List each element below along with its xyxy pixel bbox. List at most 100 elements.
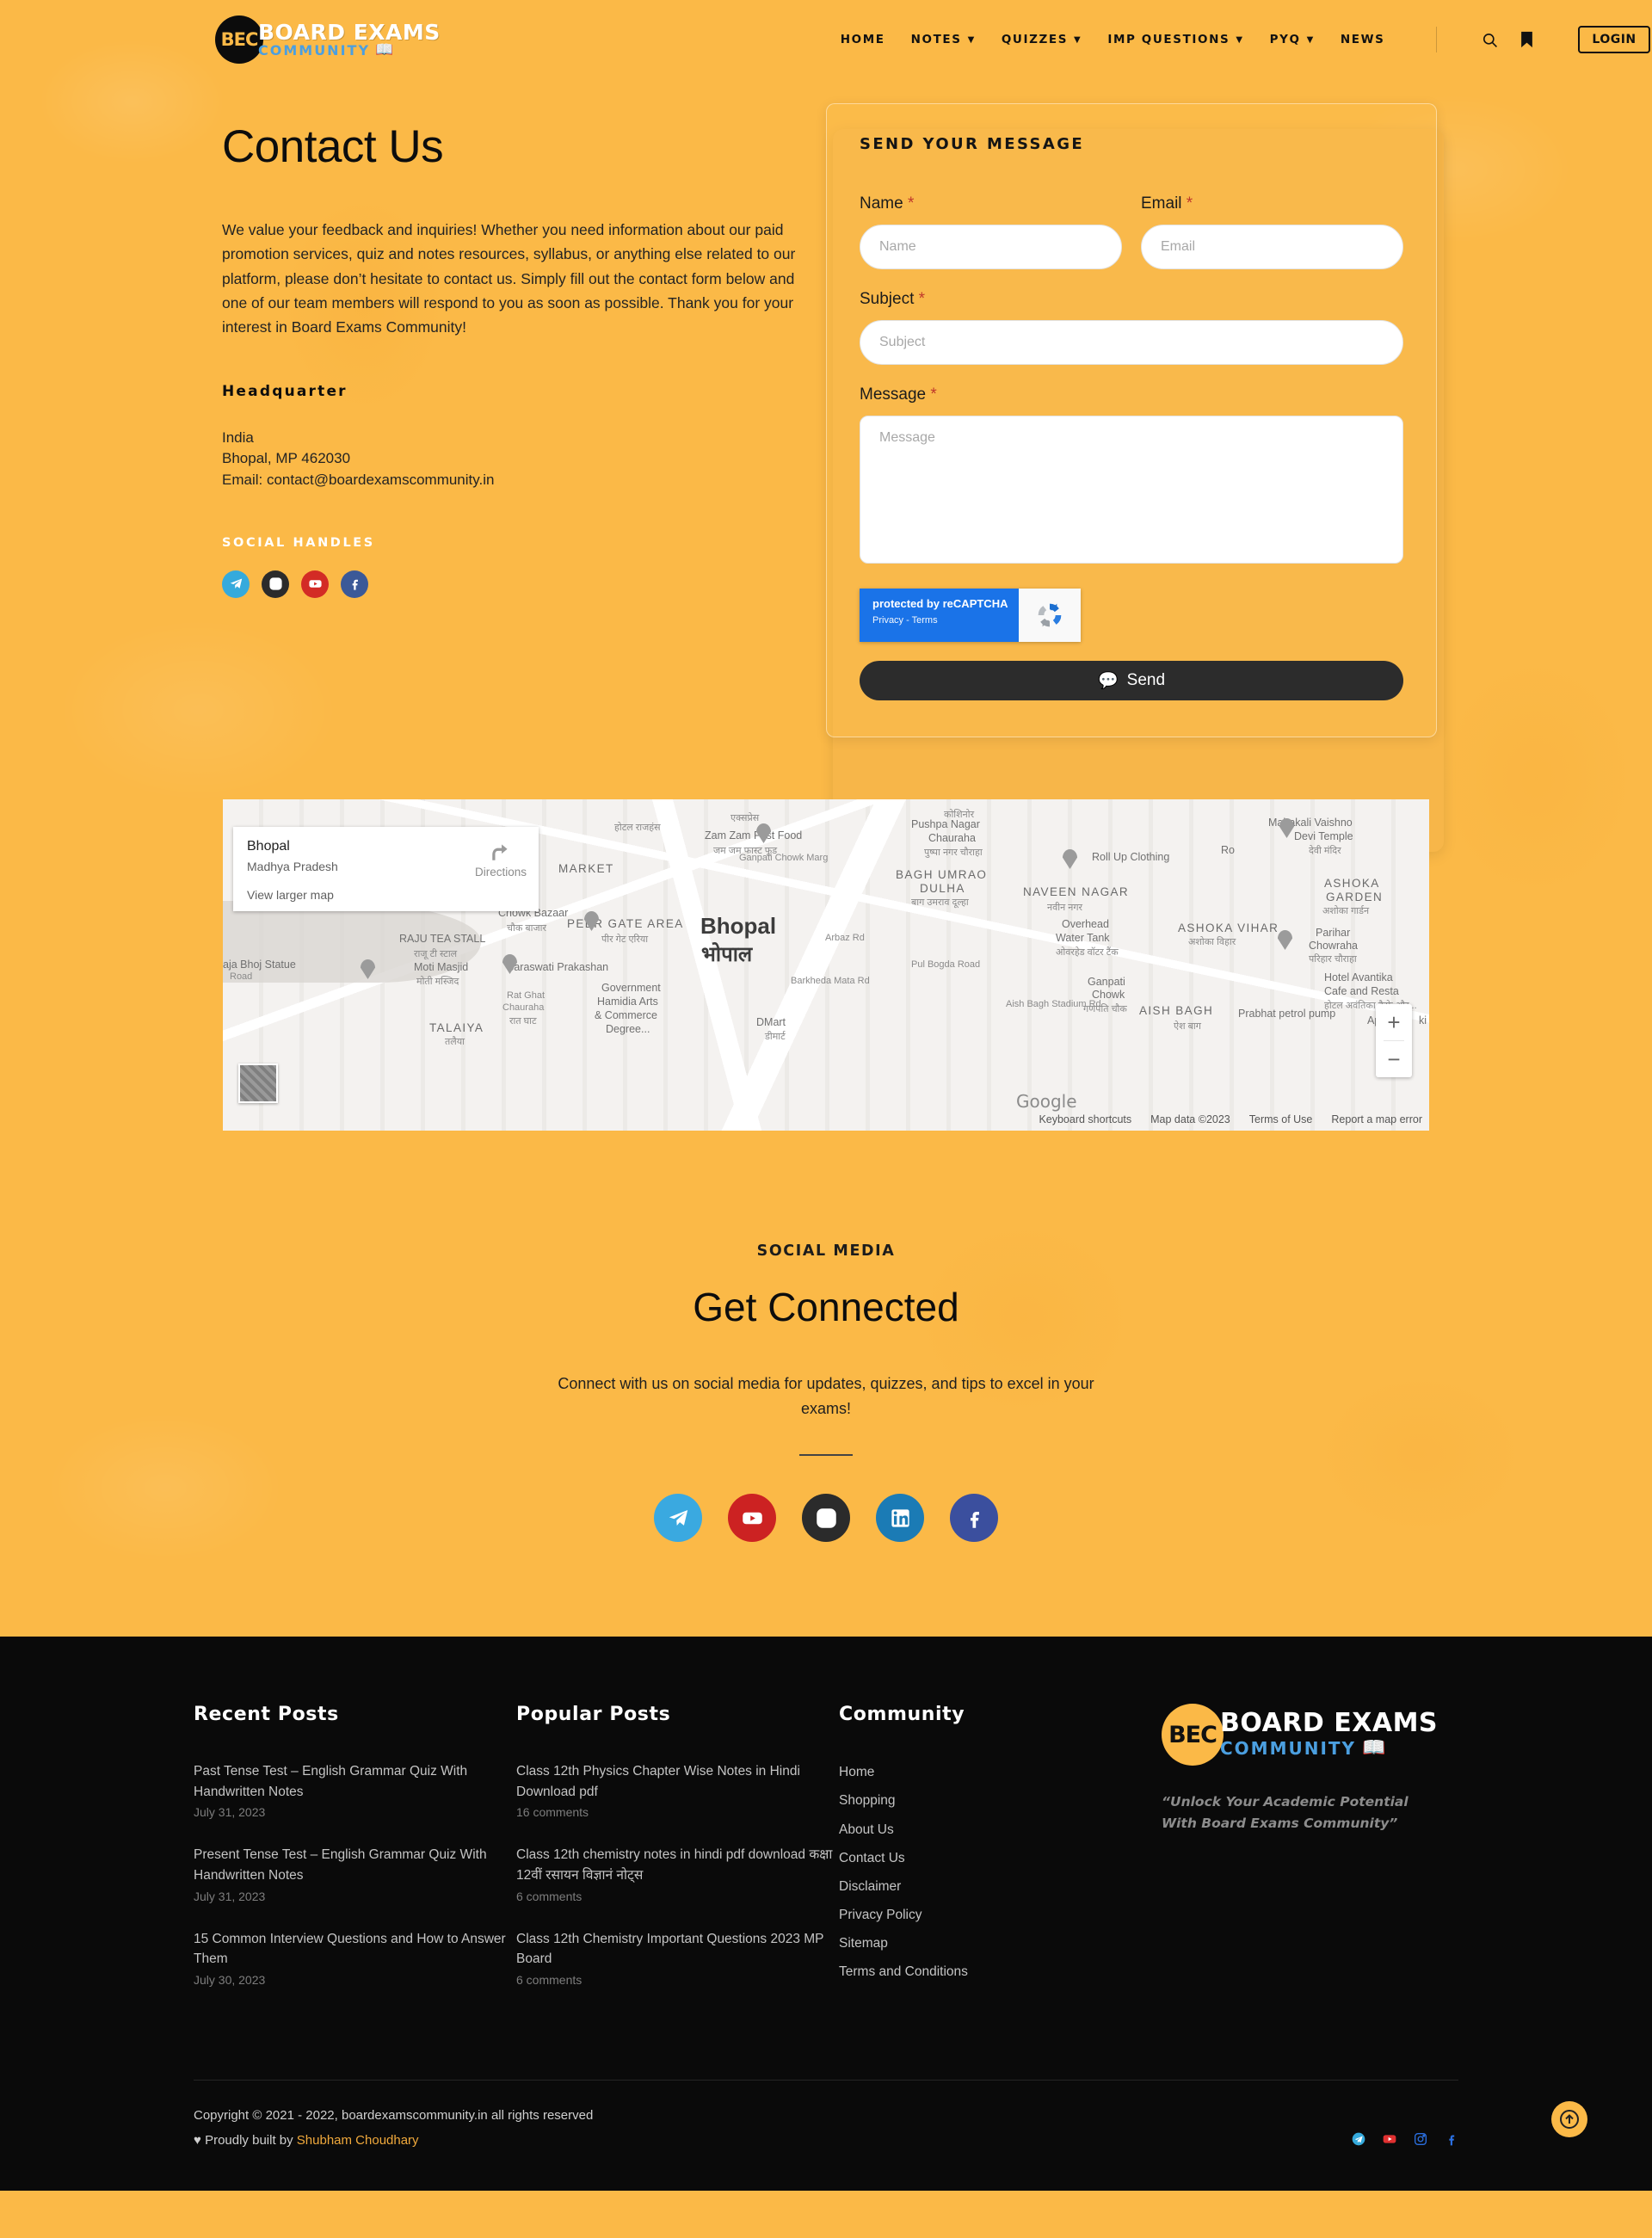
map-info-card: Bhopal Madhya Pradesh View larger map Di… [233, 827, 539, 911]
hq-email: Email: contact@boardexamscommunity.in [222, 472, 495, 488]
message-textarea[interactable] [860, 416, 1403, 564]
map-label: ASHOKA [1324, 877, 1380, 890]
footer-brand: BEC BOARD EXAMS COMMUNITY 📖 “Unlock Your… [1162, 1704, 1458, 2012]
social-telegram-icon[interactable] [222, 570, 250, 598]
map-label: Bhopal [700, 913, 777, 939]
email-label-text: Email [1141, 194, 1182, 213]
map-label: Ro [1221, 844, 1235, 856]
google-map[interactable]: Bhopal भोपाल Zam Zam Fast Food जम जम फास्ट … [223, 799, 1429, 1131]
list-item[interactable]: Class 12th chemistry notes in hindi pdf … [516, 1845, 839, 1902]
social-youtube-icon[interactable] [1383, 2132, 1396, 2146]
page-root: BEC BOARD EXAMS COMMUNITY 📖 HOME NOTES ▼… [0, 0, 1652, 2192]
list-item[interactable]: Class 12th Physics Chapter Wise Notes in… [516, 1761, 839, 1819]
map-label: Government [601, 982, 661, 994]
footer-recent-posts: Recent Posts Past Tense Test – English G… [194, 1704, 516, 2012]
map-label: aja Bhoj Statue [223, 959, 296, 971]
list-item[interactable]: Past Tense Test – English Grammar Quiz W… [194, 1761, 516, 1819]
map-label: पुष्पा नगर चौराहा [924, 848, 983, 858]
footer-link-about-us[interactable]: About Us [839, 1819, 1162, 1840]
map-label: & Commerce [595, 1009, 657, 1021]
built-by-link[interactable]: Shubham Choudhary [297, 2133, 419, 2148]
zoom-out-button[interactable]: − [1376, 1041, 1412, 1077]
bookmark-icon[interactable] [1520, 31, 1533, 48]
footer-link-sitemap[interactable]: Sitemap [839, 1933, 1162, 1954]
social-instagram-icon[interactable] [1414, 2132, 1427, 2146]
nav-item-quizzes[interactable]: QUIZZES ▼ [1002, 33, 1082, 46]
footer-link-shopping[interactable]: Shopping [839, 1790, 1162, 1811]
social-facebook-icon[interactable] [341, 570, 368, 598]
social-youtube-icon[interactable] [728, 1494, 776, 1543]
map-label: ki [1419, 1014, 1427, 1027]
contact-info-column: Contact Us We value your feedback and in… [222, 103, 817, 737]
contact-section: Contact Us We value your feedback and in… [0, 79, 1652, 852]
map-label: Ganpati Chowk Marg [739, 853, 829, 863]
post-title: Class 12th Physics Chapter Wise Notes in… [516, 1764, 800, 1799]
subject-input[interactable] [860, 320, 1403, 365]
section-divider [799, 1454, 853, 1457]
footer-link-terms-and-conditions[interactable]: Terms and Conditions [839, 1961, 1162, 1982]
site-logo[interactable]: BEC BOARD EXAMS COMMUNITY 📖 [215, 15, 441, 64]
footer-link-home[interactable]: Home [839, 1761, 1162, 1783]
terms-of-use-link[interactable]: Terms of Use [1249, 1113, 1313, 1125]
social-linkedin-icon[interactable] [876, 1494, 924, 1543]
post-meta: July 30, 2023 [194, 1972, 266, 1987]
send-button[interactable]: 💬 Send [860, 661, 1403, 700]
directions-button[interactable]: Directions [475, 841, 527, 879]
email-input[interactable] [1141, 225, 1403, 269]
social-instagram-icon[interactable] [262, 570, 289, 598]
social-handles-row [222, 570, 817, 598]
social-facebook-icon[interactable] [950, 1494, 998, 1543]
nav-item-imp-questions[interactable]: IMP QUESTIONS ▼ [1107, 33, 1243, 46]
footer-link-contact-us[interactable]: Contact Us [839, 1847, 1162, 1869]
social-telegram-icon[interactable] [654, 1494, 702, 1543]
form-heading: SEND YOUR MESSAGE [860, 135, 1085, 153]
nav-item-home[interactable]: HOME [841, 33, 885, 46]
post-meta: 6 comments [516, 1889, 583, 1903]
chevron-down-icon: ▼ [1306, 34, 1315, 45]
scroll-to-top-icon [1560, 2110, 1579, 2130]
social-handles-heading: SOCIAL HANDLES [222, 535, 375, 550]
list-item[interactable]: Class 12th Chemistry Important Questions… [516, 1929, 839, 1987]
map-attribution-bar: Keyboard shortcuts Map data ©2023 Terms … [1039, 1113, 1422, 1125]
site-footer: Recent Posts Past Tense Test – English G… [0, 1637, 1652, 2192]
get-connected-section: SOCIAL MEDIA Get Connected Connect with … [0, 1131, 1652, 1543]
footer-logo[interactable]: BEC BOARD EXAMS COMMUNITY 📖 [1162, 1704, 1458, 1766]
nav-item-notes[interactable]: NOTES ▼ [911, 33, 976, 46]
nav-label: NOTES [910, 33, 962, 46]
required-mark: * [907, 194, 915, 213]
map-label: Roll Up Clothing [1092, 851, 1170, 863]
map-label: एक्सप्रेस [730, 813, 760, 823]
recaptcha-privacy-terms[interactable]: Privacy - Terms [872, 615, 1019, 626]
footer-community-links: Community Home Shopping About Us Contact… [839, 1704, 1162, 2012]
map-label: Chauraha [502, 1002, 545, 1013]
social-facebook-icon[interactable] [1445, 2132, 1458, 2146]
map-label: Arbaz Rd [825, 933, 865, 943]
social-instagram-icon[interactable] [802, 1494, 850, 1543]
search-icon[interactable] [1482, 32, 1498, 48]
recaptcha-text-block: protected by reCAPTCHA Privacy - Terms [860, 589, 1019, 642]
nav-item-news[interactable]: NEWS [1341, 33, 1385, 46]
view-larger-map-link[interactable]: View larger map [247, 888, 525, 902]
login-button[interactable]: LOGIN [1578, 26, 1650, 53]
name-input[interactable] [860, 225, 1122, 269]
footer-link-disclaimer[interactable]: Disclaimer [839, 1876, 1162, 1897]
report-map-error-link[interactable]: Report a map error [1331, 1113, 1422, 1125]
social-youtube-icon[interactable] [301, 570, 329, 598]
scroll-to-top-button[interactable] [1551, 2101, 1587, 2138]
footer-link-privacy-policy[interactable]: Privacy Policy [839, 1904, 1162, 1926]
name-label: Name * [860, 194, 1122, 213]
map-satellite-thumbnail[interactable] [238, 1064, 278, 1103]
zoom-in-button[interactable]: + [1376, 1004, 1412, 1040]
nav-item-pyq[interactable]: PYQ ▼ [1270, 33, 1315, 46]
message-field-group: Message * [860, 385, 1403, 568]
recaptcha-badge[interactable]: protected by reCAPTCHA Privacy - Terms [860, 589, 1081, 642]
map-label: Hamidia Arts [597, 996, 658, 1008]
built-by-line: ♥ Proudly built by Shubham Choudhary [194, 2128, 593, 2153]
social-telegram-icon[interactable] [1352, 2132, 1365, 2146]
list-item[interactable]: 15 Common Interview Questions and How to… [194, 1929, 516, 1987]
list-item[interactable]: Present Tense Test – English Grammar Qui… [194, 1845, 516, 1902]
chevron-down-icon: ▼ [1236, 34, 1244, 45]
name-label-text: Name [860, 194, 903, 213]
required-mark: * [930, 385, 937, 404]
keyboard-shortcuts-link[interactable]: Keyboard shortcuts [1039, 1113, 1131, 1125]
